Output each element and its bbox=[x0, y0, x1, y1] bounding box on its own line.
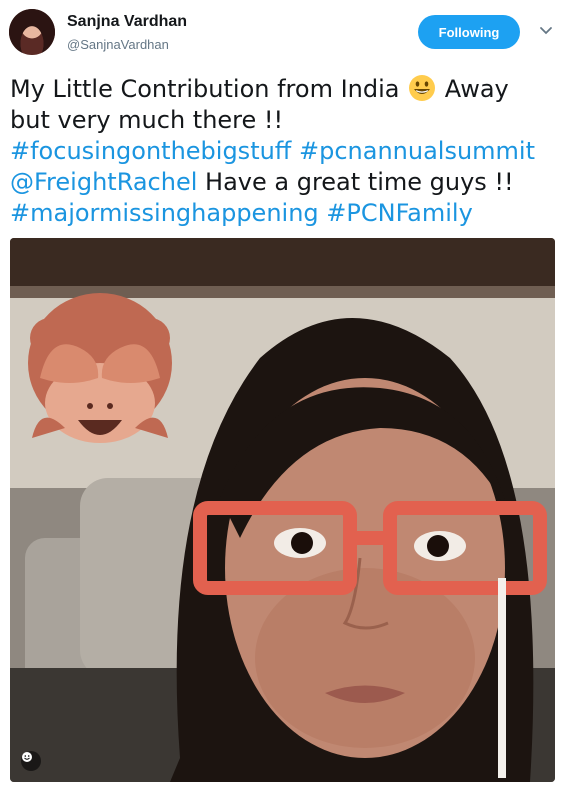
user-name[interactable]: Sanjna Vardhan bbox=[67, 13, 187, 31]
hashtag-focusingonthebigstuff[interactable]: #focusingonthebigstuff bbox=[10, 137, 291, 165]
avatar[interactable] bbox=[9, 9, 55, 55]
following-button[interactable]: Following bbox=[418, 15, 520, 49]
hashtag-pcnannualsummit[interactable]: #pcnannualsummit bbox=[299, 137, 535, 165]
tweet-photo[interactable] bbox=[10, 238, 555, 782]
grinning-face-emoji-icon bbox=[409, 75, 436, 101]
tweet-line2: but very much there !! bbox=[10, 106, 284, 134]
user-handle[interactable]: @SanjnaVardhan bbox=[67, 37, 169, 52]
chevron-down-icon[interactable] bbox=[537, 22, 555, 40]
hashtag-pcnfamily[interactable]: #PCNFamily bbox=[326, 199, 473, 227]
tweet-line1-text: My Little Contribution from India bbox=[10, 75, 400, 103]
emoji-badge-icon[interactable] bbox=[21, 751, 41, 771]
see-no-evil-monkey-icon bbox=[28, 293, 172, 443]
tweet-mention-after: Have a great time guys !! bbox=[197, 168, 514, 196]
photo-scene bbox=[10, 238, 555, 782]
tweet-line1-after: Away bbox=[444, 75, 509, 103]
tweet-text: My Little Contribution from India Away b… bbox=[10, 73, 560, 229]
tweet-header: Sanjna Vardhan @SanjnaVardhan Following bbox=[0, 0, 570, 68]
mention-freightrachel[interactable]: @FreightRachel bbox=[10, 168, 197, 196]
hashtag-majormissinghappening[interactable]: #majormissinghappening bbox=[10, 199, 319, 227]
